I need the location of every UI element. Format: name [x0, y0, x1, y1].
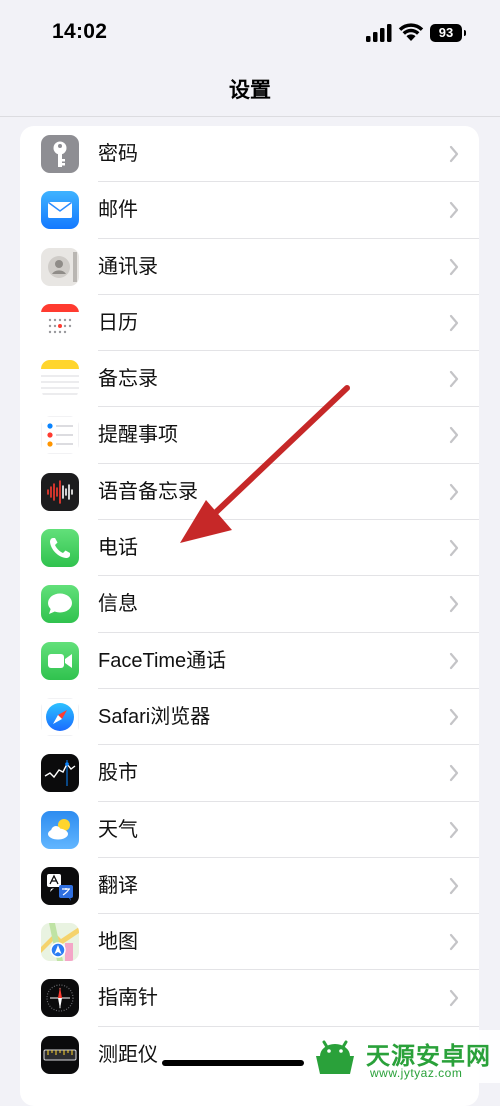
chevron-right-icon: [449, 539, 459, 557]
settings-item-label: 信息: [98, 593, 138, 616]
key-icon: [41, 135, 79, 173]
contacts-icon: [41, 247, 79, 286]
settings-item-safari[interactable]: Safari浏览器: [20, 689, 479, 746]
chevron-right-icon: [449, 427, 459, 444]
settings-item-calendar[interactable]: 日历: [20, 295, 479, 352]
settings-item-label: 地图: [98, 931, 138, 954]
stocks-icon: [41, 754, 79, 793]
settings-item-label: 邮件: [98, 199, 138, 222]
settings-item-mail[interactable]: 邮件: [20, 182, 479, 239]
settings-item-label: 提醒事项: [98, 424, 178, 447]
settings-list: 密码 邮件 通讯录 日历 备忘录 提醒事项 语音备忘录 电话 信息 FaceTi…: [20, 126, 479, 1106]
settings-item-phone[interactable]: 电话: [20, 520, 479, 577]
voice-memos-icon: [41, 472, 79, 511]
chevron-right-icon: [449, 202, 459, 219]
chevron-right-icon: [449, 652, 459, 669]
measure-icon: [41, 1035, 79, 1074]
chevron-right-icon: [449, 877, 459, 894]
settings-item-contacts[interactable]: 通讯录: [20, 239, 479, 295]
settings-item-weather[interactable]: 天气: [20, 802, 479, 858]
chevron-right-icon: [449, 258, 459, 275]
safari-icon: [41, 697, 79, 736]
settings-item-label: 日历: [98, 311, 138, 334]
settings-item-label: 通讯录: [98, 255, 158, 278]
weather-icon: [41, 810, 79, 849]
settings-item-label: Safari浏览器: [98, 705, 211, 728]
settings-item-reminders[interactable]: 提醒事项: [20, 407, 479, 464]
settings-item-label: 电话: [98, 537, 138, 560]
reminders-icon: [41, 416, 79, 455]
settings-item-label: 股市: [98, 762, 138, 785]
chevron-right-icon: [449, 596, 459, 613]
nav-divider: [0, 116, 500, 117]
maps-icon: [41, 923, 79, 962]
chevron-right-icon: [449, 821, 459, 838]
settings-item-label: 天气: [98, 818, 138, 841]
status-bar: 14:02 93: [0, 0, 500, 70]
settings-item-translate[interactable]: 翻译: [20, 858, 479, 915]
notes-icon: [41, 360, 79, 399]
battery-level: 93: [438, 25, 454, 40]
status-time: 14:02: [52, 20, 108, 43]
settings-item-facetime[interactable]: FaceTime通话: [20, 633, 479, 689]
settings-item-voice-memos[interactable]: 语音备忘录: [20, 464, 479, 521]
settings-item-label: 备忘录: [98, 368, 158, 391]
settings-item-compass[interactable]: 指南针: [20, 970, 479, 1027]
chevron-right-icon: [449, 990, 459, 1007]
home-indicator[interactable]: [162, 1060, 304, 1066]
compass-icon: [41, 979, 79, 1018]
phone-icon: [41, 529, 79, 568]
calendar-icon: [41, 303, 79, 342]
chevron-right-icon: [449, 483, 459, 500]
settings-item-label: FaceTime通话: [98, 649, 227, 672]
settings-item-label: 翻译: [98, 874, 138, 897]
cellular-signal-icon: [366, 24, 392, 42]
settings-item-label: 测距仪: [98, 1043, 158, 1066]
chevron-right-icon: [449, 371, 459, 388]
wifi-icon: [398, 23, 424, 41]
settings-item-maps[interactable]: 地图: [20, 914, 479, 971]
settings-item-label: 密码: [98, 143, 138, 165]
facetime-icon: [41, 641, 79, 680]
messages-icon: [41, 585, 79, 624]
watermark: 天源安卓网 www.jytyaz.com: [304, 1030, 500, 1083]
chevron-right-icon: [449, 145, 459, 163]
settings-item-stocks[interactable]: 股市: [20, 745, 479, 802]
chevron-right-icon: [449, 708, 459, 726]
translate-icon: [41, 866, 79, 905]
watermark-url: www.jytyaz.com: [370, 1066, 463, 1080]
settings-item-notes[interactable]: 备忘录: [20, 351, 479, 408]
page-title: 设置: [229, 79, 271, 102]
settings-item-messages[interactable]: 信息: [20, 576, 479, 633]
settings-item-label: 指南针: [98, 987, 158, 1010]
settings-item-label: 语音备忘录: [98, 480, 198, 503]
chevron-right-icon: [449, 934, 459, 951]
battery-indicator: 93: [430, 24, 466, 42]
chevron-right-icon: [449, 314, 459, 331]
chevron-right-icon: [449, 765, 459, 782]
mail-icon: [41, 191, 79, 230]
android-logo-icon: [316, 1040, 354, 1074]
settings-item-passwords[interactable]: 密码: [20, 126, 479, 183]
